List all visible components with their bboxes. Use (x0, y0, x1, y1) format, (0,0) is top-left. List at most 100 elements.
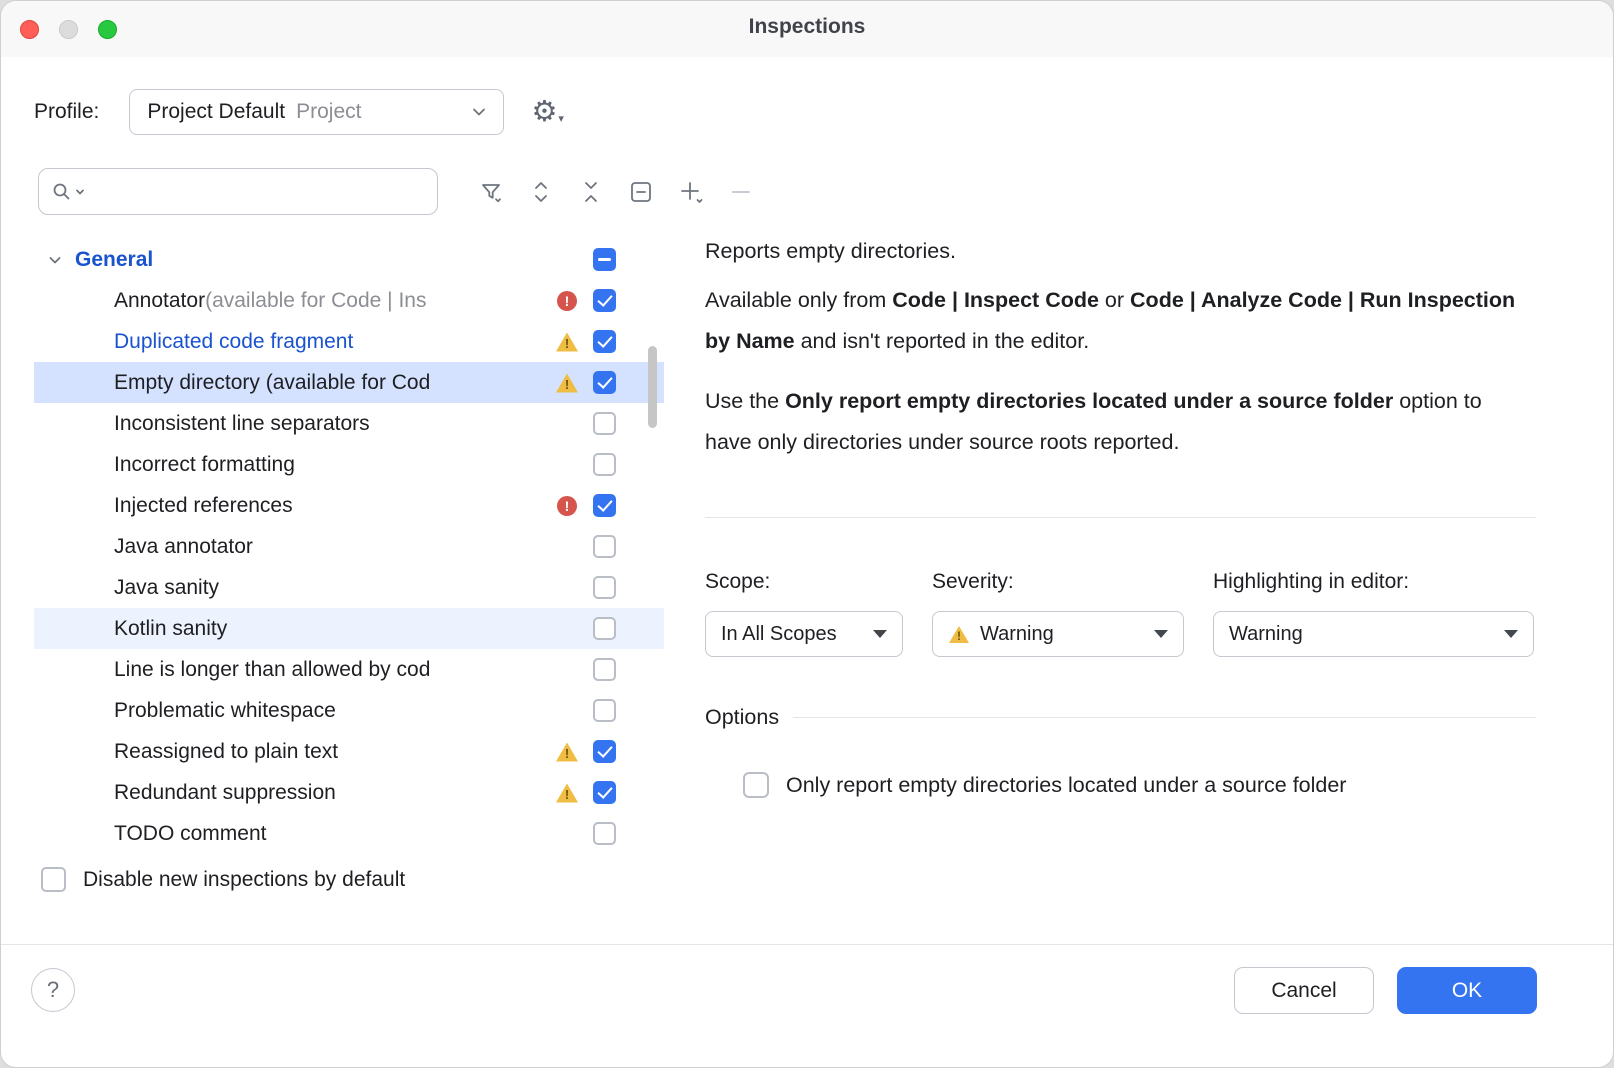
profile-actions-button[interactable]: ⚙ ▾ (531, 98, 564, 127)
description-line-3: Use the Only report empty directories lo… (705, 381, 1505, 463)
options-header: Options (705, 705, 1536, 730)
tree-item-text: Empty directory (available for Cod (114, 371, 555, 395)
tree-item-label: Annotator (114, 289, 205, 313)
tree-row[interactable]: Injected references (34, 485, 664, 526)
text-segment: Use the (705, 389, 785, 413)
tree-item-checkbox[interactable] (593, 658, 616, 681)
options-title: Options (705, 705, 779, 730)
tree-item-label: Redundant suppression (114, 781, 336, 805)
tree-item-checkbox[interactable] (593, 740, 616, 763)
plus-icon (677, 178, 705, 206)
tree-item-text: Duplicated code fragment (114, 330, 555, 354)
profile-select[interactable]: Project Default Project (129, 89, 504, 135)
tree-row[interactable]: Java sanity (34, 567, 664, 608)
tree-group-label: General (75, 248, 153, 272)
footer-buttons: Cancel OK (1234, 967, 1537, 1014)
tree-item-label: Java sanity (114, 576, 219, 600)
scope-column: Scope: In All Scopes (705, 570, 903, 657)
tree-item-checkbox[interactable] (593, 494, 616, 517)
tree-item-text: Inconsistent line separators (114, 412, 555, 436)
tree-item-text: Kotlin sanity (114, 617, 555, 641)
highlighting-column: Highlighting in editor: Warning (1213, 570, 1534, 657)
no-icon (555, 453, 579, 477)
tree-row[interactable]: Duplicated code fragment (34, 321, 664, 362)
profile-label: Profile: (34, 100, 99, 124)
tree-item-label: Injected references (114, 494, 293, 518)
scrollbar-thumb[interactable] (648, 346, 657, 428)
inspection-controls: Scope: In All Scopes Severity: Warning H… (705, 570, 1536, 657)
remove-inspection-group-button[interactable] (616, 174, 666, 210)
tree-item-checkbox[interactable] (593, 371, 616, 394)
no-icon (555, 658, 579, 682)
tree-item-text: Problematic whitespace (114, 699, 555, 723)
tree-row[interactable]: Kotlin sanity (34, 608, 664, 649)
chevron-down-icon (873, 630, 887, 638)
tree-row[interactable]: Inconsistent line separators (34, 403, 664, 444)
footer-divider (1, 944, 1613, 945)
tree-item-text: Redundant suppression (114, 781, 555, 805)
tree-row[interactable]: Java annotator (34, 526, 664, 567)
tree-row[interactable]: Incorrect formatting (34, 444, 664, 485)
tree-row[interactable]: Problematic whitespace (34, 690, 664, 731)
disable-new-inspections-checkbox[interactable] (41, 867, 66, 892)
options-checkbox-row[interactable]: Only report empty directories located un… (743, 772, 1536, 798)
no-icon (555, 248, 579, 272)
profile-scope: Project (296, 100, 361, 124)
highlighting-dropdown[interactable]: Warning (1213, 611, 1534, 657)
tree-item-label: Duplicated code fragment (114, 330, 353, 354)
inspections-dialog: Inspections Profile: Project Default Pro… (0, 0, 1614, 1068)
tree-items: Annotator (available for Code | Ins Dupl… (34, 280, 664, 854)
tree-row[interactable]: TODO comment (34, 813, 664, 854)
chevron-down-icon (1154, 630, 1168, 638)
tree-row[interactable]: Line is longer than allowed by cod (34, 649, 664, 690)
only-report-source-folder-checkbox[interactable] (743, 772, 769, 798)
tree-item-label: Empty directory (available for Cod (114, 371, 430, 395)
tree-item-checkbox[interactable] (593, 781, 616, 804)
search-box[interactable] (38, 168, 438, 215)
tree-item-label: Reassigned to plain text (114, 740, 338, 764)
text-segment: Available only from (705, 288, 892, 312)
collapse-all-button[interactable] (566, 174, 616, 210)
tree-item-checkbox[interactable] (593, 330, 616, 353)
search-input[interactable] (93, 180, 425, 203)
tree-item-checkbox[interactable] (593, 576, 616, 599)
tree-group-general[interactable]: General (34, 239, 664, 280)
tree-item-label: Line is longer than allowed by cod (114, 658, 430, 682)
cancel-button[interactable]: Cancel (1234, 967, 1374, 1014)
tree-row[interactable]: Redundant suppression (34, 772, 664, 813)
tree-item-label: Inconsistent line separators (114, 412, 370, 436)
tree-item-checkbox[interactable] (593, 289, 616, 312)
filter-icon (478, 179, 504, 205)
tree-item-checkbox[interactable] (593, 617, 616, 640)
expand-all-icon (529, 179, 553, 205)
tree-item-checkbox[interactable] (593, 822, 616, 845)
add-inspection-button[interactable] (666, 174, 716, 210)
chevron-down-icon[interactable] (44, 252, 66, 268)
inspection-details: Reports empty directories. Available onl… (705, 235, 1536, 798)
tree-item-checkbox[interactable] (593, 412, 616, 435)
tree-item-checkbox[interactable] (593, 453, 616, 476)
expand-all-button[interactable] (516, 174, 566, 210)
tree-item-label: TODO comment (114, 822, 266, 846)
scope-dropdown[interactable]: In All Scopes (705, 611, 903, 657)
disable-new-inspections-row[interactable]: Disable new inspections by default (41, 867, 405, 892)
chevron-down-icon (469, 102, 489, 122)
tree-row[interactable]: Empty directory (available for Cod (34, 362, 664, 403)
help-button[interactable]: ? (31, 968, 75, 1012)
tree-row[interactable]: Annotator (available for Code | Ins (34, 280, 664, 321)
severity-dropdown[interactable]: Warning (932, 611, 1184, 657)
no-icon (555, 412, 579, 436)
scope-label: Scope: (705, 570, 903, 594)
tree-item-checkbox[interactable] (593, 535, 616, 558)
ok-button[interactable]: OK (1397, 967, 1537, 1014)
profile-value: Project Default (147, 100, 285, 124)
group-checkbox[interactable] (593, 248, 616, 271)
tree-item-checkbox[interactable] (593, 699, 616, 722)
section-divider (705, 517, 1536, 518)
collapse-all-icon (579, 179, 603, 205)
gear-icon: ⚙ (531, 98, 557, 127)
filter-button[interactable] (466, 174, 516, 210)
tree-row[interactable]: Reassigned to plain text (34, 731, 664, 772)
text-segment-bold: Only report empty directories located un… (785, 389, 1393, 413)
tree-item-label: Java annotator (114, 535, 253, 559)
